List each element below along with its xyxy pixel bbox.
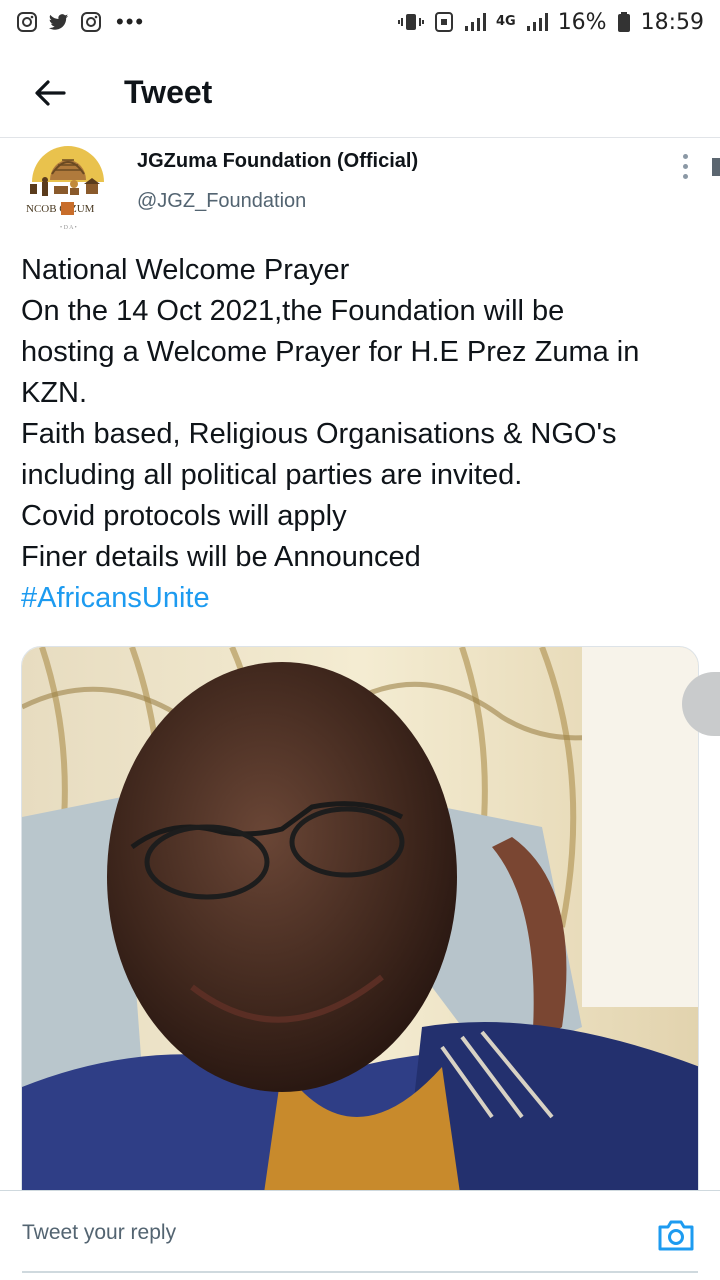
dot-icon [682,173,688,179]
avatar-logo-text: NCOB G ZUM [26,203,95,215]
back-button[interactable] [22,65,78,121]
app-header: Tweet [0,48,720,138]
status-left: ••• [16,11,145,33]
tweet-line: including all political parties are invi… [21,459,523,491]
tweet-line: Faith based, Religious Organisations & N… [21,418,617,450]
camera-button[interactable] [656,1217,696,1253]
instagram-icon [80,11,102,33]
camera-icon [658,1220,694,1251]
instagram-icon [16,11,38,33]
network-type: 4G [495,14,516,29]
twitter-icon [48,11,70,33]
battery-percent: 16% [557,9,607,35]
status-right: 4G 16% 18:59 [397,9,704,35]
avatar[interactable]: NCOB G ZUM • D A • [22,140,114,232]
overflow-dots: ••• [116,9,146,34]
tweet-text: National Welcome Prayer On the 14 Oct 20… [21,250,701,619]
tweet-line: Covid protocols will apply [21,500,347,532]
signal-icon [464,12,486,32]
battery-icon [617,11,631,33]
reply-divider [22,1271,698,1273]
more-options-button[interactable] [670,148,700,184]
svg-text:• D A •: • D A • [60,225,77,231]
tweet-line: On the 14 Oct 2021,the Foundation will b… [21,295,565,327]
author-name[interactable]: JGZuma Foundation (Official) [137,150,418,173]
vibrate-icon [397,11,424,33]
status-bar: ••• 4G 16% 18:59 [0,0,720,44]
scroll-indicator [712,158,720,176]
tweet-line: Finer details will be Announced [21,541,421,573]
page-title: Tweet [124,74,213,110]
reply-bar: Tweet your reply [0,1190,720,1280]
reply-input[interactable]: Tweet your reply [22,1221,176,1245]
arrow-left-icon [35,79,66,106]
tweet-line: hosting a Welcome Prayer for H.E Prez Zu… [21,336,640,368]
dot-icon [682,153,688,159]
clock: 18:59 [640,9,704,35]
tweet-line: National Welcome Prayer [21,254,350,286]
tweet-line: KZN. [21,377,88,409]
author-handle[interactable]: @JGZ_Foundation [137,190,306,213]
tweet-author: NCOB G ZUM • D A • JGZuma Foundation (Of… [0,140,720,240]
photo [22,647,698,1205]
signal-icon [526,12,548,32]
foundation-logo: NCOB G ZUM • D A • [22,140,114,232]
hashtag-link[interactable]: #AfricansUnite [21,578,701,619]
dot-icon [682,163,688,169]
tweet-photo[interactable] [21,646,699,1206]
nfc-icon [434,11,454,33]
